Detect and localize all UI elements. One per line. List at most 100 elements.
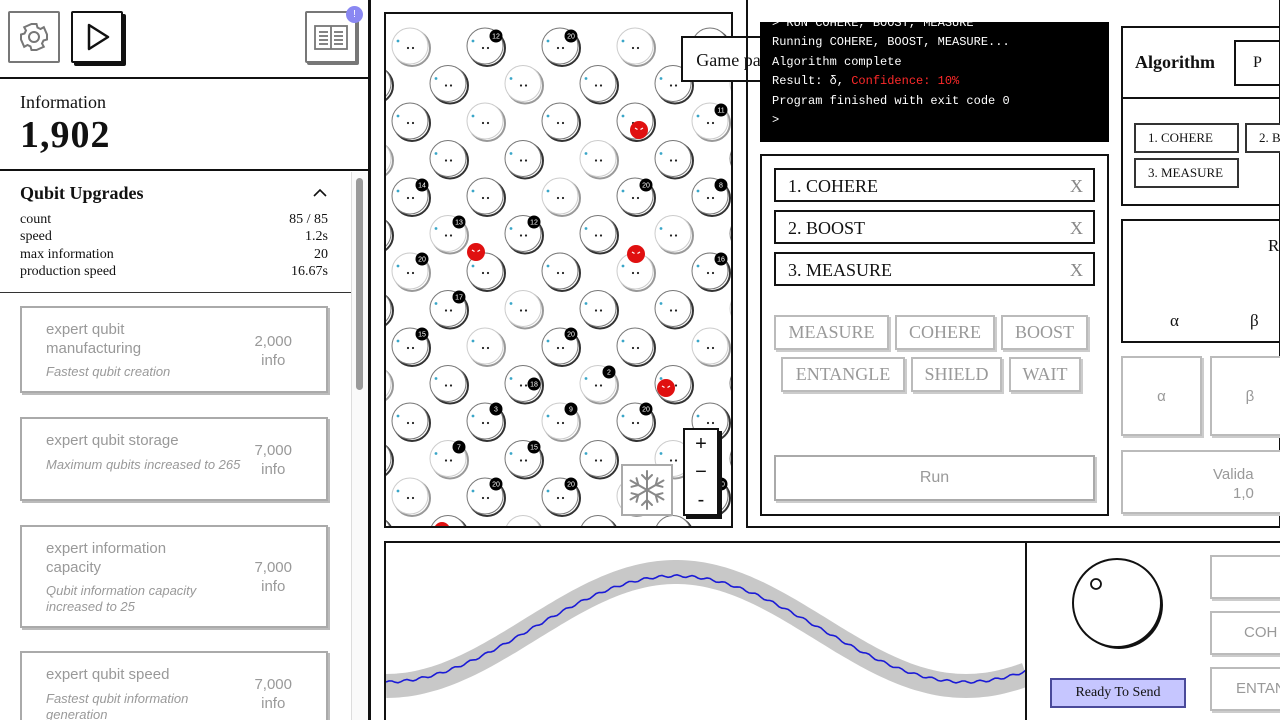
qubit[interactable] — [386, 66, 394, 104]
program-slot-1[interactable]: 1. COHERE X — [774, 168, 1095, 202]
qubit[interactable] — [729, 216, 733, 254]
scrollbar-thumb[interactable] — [356, 178, 363, 390]
qubit-info-badge: 9 — [564, 402, 578, 416]
qubit[interactable] — [616, 327, 656, 367]
qubit[interactable] — [430, 515, 468, 529]
qubit[interactable] — [505, 515, 543, 529]
qubit[interactable] — [579, 140, 619, 180]
qubit-info-badge: 20 — [564, 327, 578, 341]
dial-knob[interactable] — [1067, 553, 1177, 653]
qubit[interactable] — [466, 177, 506, 217]
validate-button[interactable]: Valida 1,0 — [1121, 450, 1280, 514]
stat-label: speed — [20, 229, 52, 244]
qubit[interactable] — [579, 440, 619, 480]
zoom-out-button[interactable]: - — [685, 486, 717, 514]
qubit-field[interactable]: 12 20 11 14 20 8 13 12 20 16 17 15 20 18 2 20 9 3 15 7 20 20 2… — [384, 12, 733, 528]
remove-slot-button[interactable]: X — [1070, 218, 1083, 239]
qubit[interactable] — [466, 102, 506, 142]
upgrade-card-speed[interactable]: expert qubit speed Fastest qubit informa… — [20, 651, 328, 720]
beta-button[interactable]: β — [1210, 356, 1280, 436]
command-boost-button[interactable]: BOOST — [1001, 315, 1088, 350]
command-entangle-button[interactable]: ENTANGLE — [781, 357, 905, 392]
stat-label: production speed — [20, 264, 117, 279]
qubit[interactable] — [504, 65, 544, 105]
qubit[interactable] — [730, 516, 733, 529]
upgrade-desc: Maximum qubits increased to 265 — [46, 457, 241, 472]
qubit[interactable] — [654, 215, 694, 255]
side-button[interactable] — [1210, 555, 1280, 599]
command-wait-button[interactable]: WAIT — [1009, 357, 1081, 392]
qubit[interactable] — [466, 327, 506, 367]
run-button[interactable]: Run — [774, 455, 1095, 501]
qubit[interactable] — [579, 290, 619, 330]
alpha-button[interactable]: α — [1121, 356, 1202, 436]
upgrade-card-manufacturing[interactable]: expert qubit manufacturing Fastest qubit… — [20, 306, 328, 393]
upgrade-cost-value: 7,000 — [254, 559, 292, 576]
upgrade-card-capacity[interactable]: expert information capacity Qubit inform… — [20, 525, 328, 628]
qubit[interactable] — [691, 327, 731, 367]
upgrade-name: expert qubit manufacturing — [46, 321, 142, 357]
zoom-reset-button[interactable]: − — [685, 458, 717, 486]
qubit[interactable] — [386, 441, 394, 479]
chevron-up-icon[interactable] — [311, 184, 329, 202]
qubit[interactable] — [579, 215, 619, 255]
qubit[interactable] — [729, 141, 733, 179]
qubit[interactable] — [654, 290, 694, 330]
qubit[interactable] — [504, 140, 544, 180]
alpha-label: α — [1170, 311, 1179, 330]
stat-value: 16.67s — [291, 264, 328, 279]
upgrade-desc: Fastest qubit creation — [46, 364, 171, 379]
freeze-button[interactable] — [621, 464, 673, 516]
divider — [0, 169, 368, 171]
qubit[interactable] — [616, 27, 656, 67]
qubit[interactable] — [386, 216, 394, 254]
qubit[interactable] — [579, 65, 619, 105]
qubit-info-badge: 20 — [564, 29, 578, 43]
qubit[interactable] — [504, 290, 544, 330]
upgrade-card-storage[interactable]: expert qubit storage Maximum qubits incr… — [20, 417, 328, 501]
program-slot-2[interactable]: 2. BOOST X — [774, 210, 1095, 244]
target-wave-band — [386, 560, 1025, 699]
stat-value: 20 — [314, 247, 328, 262]
qubit[interactable] — [580, 515, 618, 529]
qubit[interactable] — [386, 141, 394, 179]
qubit[interactable] — [386, 516, 393, 529]
qubit[interactable] — [386, 366, 394, 404]
command-measure-button[interactable]: MEASURE — [774, 315, 889, 350]
qubit[interactable] — [729, 441, 733, 479]
qubit[interactable] — [541, 102, 581, 142]
enemy-particle — [657, 379, 675, 397]
upgrade-cost: 7,000 info — [254, 675, 292, 713]
qubit-info-badge: 14 — [415, 178, 429, 192]
qubit-field-canvas[interactable]: 12 201114 20 813 122016171520182209315720 20 2… — [386, 14, 733, 528]
qubit[interactable] — [386, 291, 394, 329]
command-shield-button[interactable]: SHIELD — [911, 357, 1002, 392]
algorithm-select[interactable]: P — [1234, 40, 1280, 86]
qubit[interactable] — [429, 65, 469, 105]
qubit[interactable] — [391, 402, 431, 442]
program-slot-3[interactable]: 3. MEASURE X — [774, 252, 1095, 286]
qubit[interactable] — [729, 291, 733, 329]
qubit[interactable] — [391, 27, 431, 67]
side-entangle-button[interactable]: ENTAN — [1210, 667, 1280, 711]
remove-slot-button[interactable]: X — [1070, 260, 1083, 281]
side-cohere-button[interactable]: COH — [1210, 611, 1280, 655]
qubit[interactable] — [429, 140, 469, 180]
settings-button[interactable] — [8, 11, 60, 63]
stat-label: max information — [20, 247, 114, 262]
qubit[interactable] — [729, 366, 733, 404]
ready-to-send-button[interactable]: Ready To Send — [1050, 678, 1186, 708]
stat-speed: speed 1.2s — [20, 228, 328, 245]
qubit[interactable] — [391, 102, 431, 142]
command-cohere-button[interactable]: COHERE — [895, 315, 995, 350]
qubit[interactable] — [541, 252, 581, 292]
play-button[interactable] — [71, 11, 123, 63]
remove-slot-button[interactable]: X — [1070, 176, 1083, 197]
upgrade-cost-unit: info — [261, 461, 286, 478]
qubit[interactable] — [429, 365, 469, 405]
qubit-info-badge: 17 — [452, 290, 466, 304]
zoom-in-button[interactable]: + — [685, 430, 717, 458]
qubit[interactable] — [541, 177, 581, 217]
qubit[interactable] — [654, 140, 694, 180]
qubit[interactable] — [391, 477, 431, 517]
